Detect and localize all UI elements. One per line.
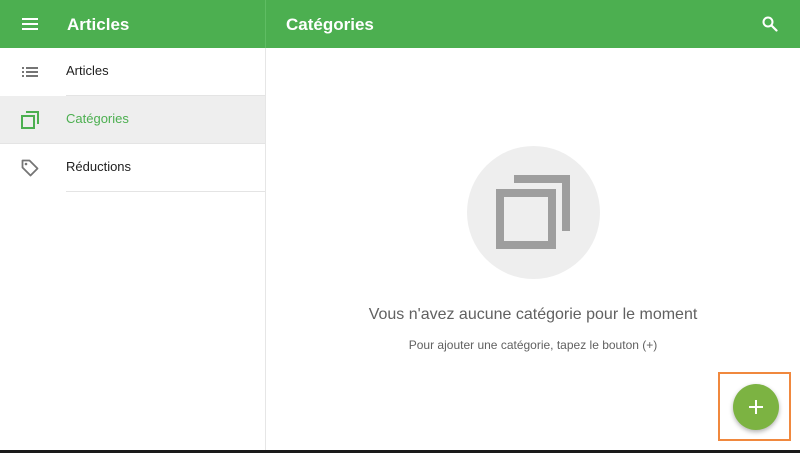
- empty-state-illustration: [467, 146, 600, 279]
- menu-icon: [22, 18, 38, 30]
- sidebar-item-categories[interactable]: Catégories: [0, 96, 265, 144]
- nav-icon-wrap: [0, 96, 60, 143]
- sidebar-item-reductions[interactable]: Réductions: [21, 144, 265, 192]
- app-bar-left: Articles: [0, 0, 266, 48]
- sidebar-item-label: Articles: [66, 63, 109, 78]
- tag-icon: [21, 159, 39, 176]
- nav-icon-wrap: [0, 144, 60, 191]
- search-button[interactable]: [758, 12, 782, 36]
- add-category-button[interactable]: [733, 384, 779, 430]
- sidebar-item-articles[interactable]: Articles: [22, 48, 265, 96]
- empty-state-title: Vous n'avez aucune catégorie pour le mom…: [368, 306, 698, 323]
- empty-state-hint: Pour ajouter une catégorie, tapez le bou…: [408, 338, 658, 352]
- nav-icon-wrap: [0, 48, 60, 95]
- plus-icon: [749, 400, 763, 414]
- menu-button[interactable]: [18, 14, 42, 34]
- sidebar-item-label: Catégories: [66, 111, 129, 126]
- categories-icon: [495, 174, 570, 249]
- categories-icon: [21, 110, 39, 129]
- app-section-title: Articles: [67, 15, 130, 34]
- sidebar-item-label: Réductions: [66, 159, 132, 174]
- search-icon: [762, 16, 778, 32]
- page-title: Catégories: [286, 15, 374, 34]
- sidebar: Articles Catégories Réductions: [0, 48, 266, 453]
- list-icon: [22, 66, 38, 77]
- app-bar: Articles Catégories: [0, 0, 800, 48]
